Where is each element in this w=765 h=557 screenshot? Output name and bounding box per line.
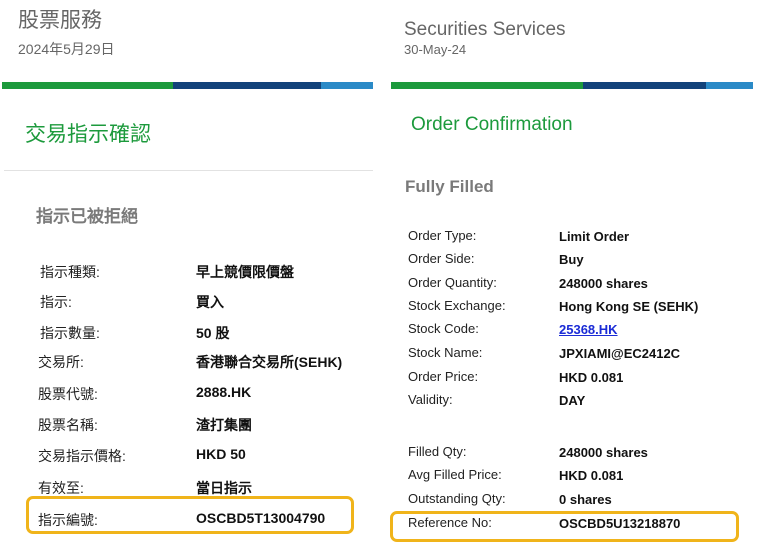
stock-name-value: 渣打集團	[196, 417, 252, 433]
order-price-label: 交易指示價格:	[38, 448, 126, 464]
order-side-label: 指示:	[40, 294, 72, 310]
order-quantity-label: 指示數量:	[40, 325, 100, 341]
order-price-value: HKD 0.081	[559, 370, 624, 385]
order-quantity-value: 50 股	[196, 325, 230, 341]
outstanding-qty-label: Outstanding Qty:	[408, 491, 506, 506]
reference-label: Reference No:	[408, 515, 492, 530]
header-date: 30-May-24	[404, 42, 467, 57]
order-quantity-value: 248000 shares	[559, 276, 648, 291]
validity-label: 有效至:	[38, 480, 84, 496]
avg-filled-price-label: Avg Filled Price:	[408, 467, 502, 482]
stock-code-label: 股票代號:	[38, 386, 98, 402]
validity-label: Validity:	[408, 392, 453, 407]
filled-qty-value: 248000 shares	[559, 445, 648, 460]
header-title: 股票服務	[18, 9, 102, 32]
order-price-label: Order Price:	[408, 369, 479, 384]
confirmation-title: Order Confirmation	[411, 114, 573, 135]
header-title: Securities Services	[404, 19, 566, 40]
avg-filled-price-value: HKD 0.081	[559, 468, 624, 483]
reference-value: OSCBD5U13218870	[559, 516, 681, 531]
validity-value: 當日指示	[196, 480, 252, 496]
exchange-label: Stock Exchange:	[408, 298, 506, 313]
order-type-value: 早上競價限價盤	[196, 264, 294, 280]
order-type-label: Order Type:	[408, 228, 477, 243]
order-type-label: 指示種類:	[40, 264, 100, 280]
confirmation-title: 交易指示確認	[25, 123, 151, 146]
order-status: Fully Filled	[405, 177, 494, 196]
exchange-value: Hong Kong SE (SEHK)	[559, 299, 699, 314]
stock-name-value: JPXIAMI@EC2412C	[559, 346, 681, 361]
divider	[4, 170, 373, 171]
header-date: 2024年5月29日	[18, 41, 115, 57]
stock-name-label: Stock Name:	[408, 345, 483, 360]
stock-code-link[interactable]: 25368.HK	[559, 322, 618, 337]
validity-value: DAY	[559, 393, 586, 408]
order-side-value: 買入	[196, 294, 224, 310]
order-status: 指示已被拒絕	[36, 207, 138, 226]
order-side-value: Buy	[559, 252, 584, 267]
stock-code-value: 2888.HK	[196, 384, 252, 400]
exchange-label: 交易所:	[38, 354, 84, 370]
order-price-value: HKD 50	[196, 446, 246, 462]
stock-code-label: Stock Code:	[408, 321, 479, 336]
reference-value: OSCBD5T13004790	[196, 510, 326, 526]
stock-name-label: 股票名稱:	[38, 417, 98, 433]
outstanding-qty-value: 0 shares	[559, 492, 612, 507]
reference-label: 指示編號:	[38, 512, 98, 528]
order-type-value: Limit Order	[559, 229, 630, 244]
order-quantity-label: Order Quantity:	[408, 275, 497, 290]
brand-stripe	[2, 82, 373, 89]
brand-stripe	[391, 82, 753, 89]
exchange-value: 香港聯合交易所(SEHK)	[196, 354, 343, 370]
order-side-label: Order Side:	[408, 251, 475, 266]
filled-qty-label: Filled Qty:	[408, 444, 467, 459]
